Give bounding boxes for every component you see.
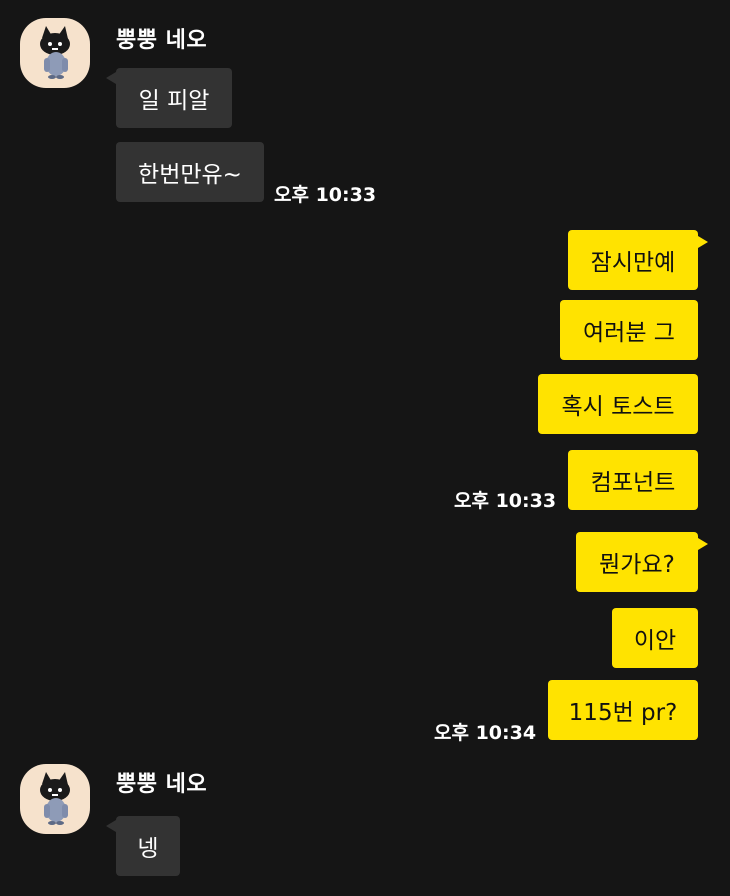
message-bubble-outgoing[interactable]: 뭔가요? (576, 532, 698, 592)
message-time: 오후 10:33 (454, 490, 557, 512)
message-bubble-outgoing[interactable]: 이안 (612, 608, 698, 668)
sender-name: 뿡뿡 네오 (116, 772, 208, 797)
bubble-tail (698, 538, 708, 550)
message-bubble-outgoing[interactable]: 115번 pr? (548, 680, 698, 740)
message-text: 뭔가요? (599, 552, 675, 578)
message-text: 여러분 그 (583, 320, 675, 346)
message-bubble-incoming[interactable]: 일 피알 (116, 68, 232, 128)
message-bubble-incoming[interactable]: 넹 (116, 816, 180, 876)
message-bubble-outgoing[interactable]: 잠시만예 (568, 230, 698, 290)
message-time: 오후 10:33 (274, 184, 377, 206)
message-bubble-outgoing[interactable]: 혹시 토스트 (538, 374, 698, 434)
sender-name: 뿡뿡 네오 (116, 28, 208, 53)
bubble-tail (698, 236, 708, 248)
message-bubble-outgoing[interactable]: 여러분 그 (560, 300, 698, 360)
bubble-tail (106, 72, 116, 84)
cat-character-avatar-icon (40, 26, 70, 79)
message-bubble-outgoing[interactable]: 컴포넌트 (568, 450, 698, 510)
sender-avatar[interactable] (20, 18, 90, 88)
sender-avatar[interactable] (20, 764, 90, 834)
message-text: 혹시 토스트 (561, 394, 675, 420)
message-text: 일 피알 (138, 88, 210, 114)
message-bubble-incoming[interactable]: 한번만유~ (116, 142, 264, 202)
message-text: 한번만유~ (138, 162, 242, 188)
cat-character-avatar-icon (40, 772, 70, 825)
bubble-tail (106, 820, 116, 832)
message-text: 115번 pr? (568, 700, 678, 726)
message-text: 이안 (633, 628, 677, 654)
message-text: 잠시만예 (590, 250, 676, 276)
message-text: 컴포넌트 (590, 470, 676, 496)
message-text: 넹 (137, 836, 159, 862)
message-time: 오후 10:34 (434, 722, 537, 744)
